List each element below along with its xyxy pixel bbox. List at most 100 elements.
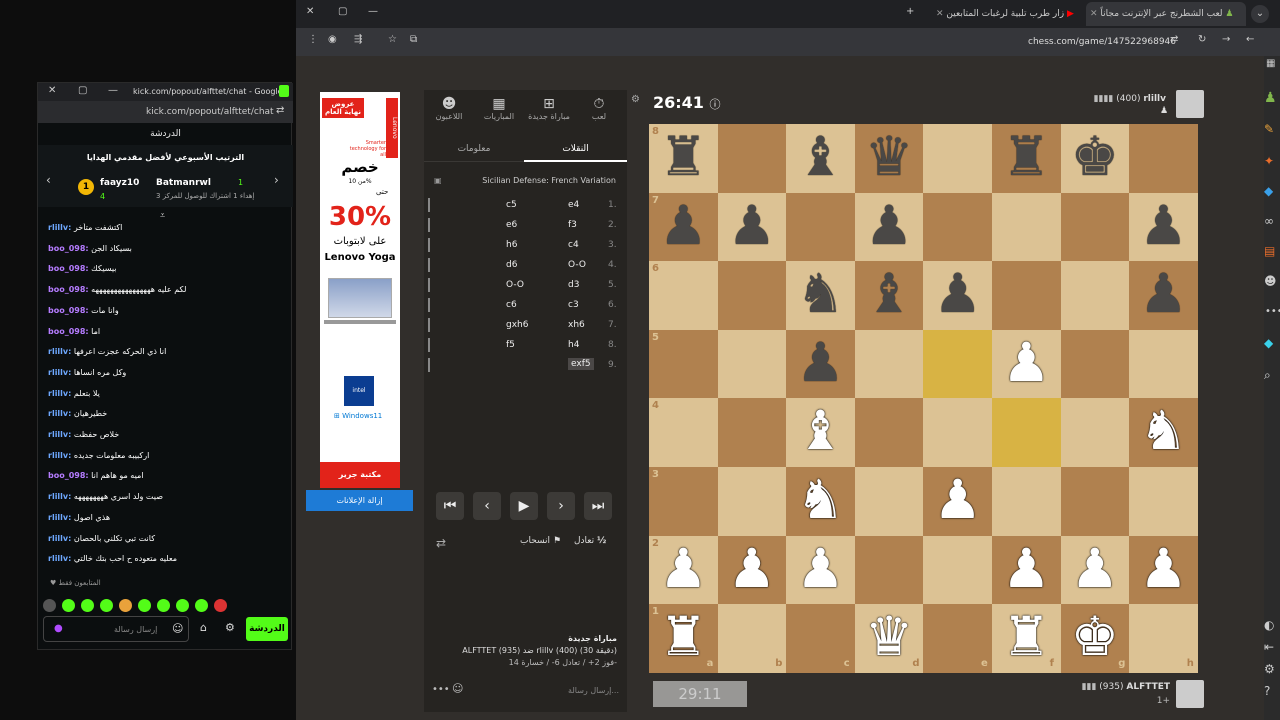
- chevron-down-icon[interactable]: ⌄: [1251, 5, 1269, 23]
- black-rook-piece[interactable]: ♜: [992, 124, 1061, 193]
- board-square[interactable]: [717, 398, 787, 467]
- board-square[interactable]: [1060, 398, 1130, 467]
- board-square[interactable]: [1060, 467, 1130, 536]
- board-square[interactable]: [717, 124, 787, 193]
- search-icon[interactable]: ⌕: [1264, 368, 1271, 383]
- book-icon[interactable]: ▣: [434, 176, 442, 185]
- emoji-icon[interactable]: ☺: [452, 682, 463, 695]
- chat-username[interactable]: rlillv:: [48, 554, 71, 563]
- board-square[interactable]: [1129, 467, 1198, 536]
- chess-board[interactable]: ♜ ♝ ♛ ♜ ♚ ♟ ♟ ♟ ♟ ♞ ♝ ♟ ♟ ♟ ♟ ♝ ♞ ♞ ♟ ♟ ♟ ♟ ♟ ♟ ♟ ♜ ♛ ♜ ♚ 8 7 6 5 4 3 2 1 a b c…: [649, 124, 1198, 673]
- board-square[interactable]: [649, 261, 718, 330]
- tab-players[interactable]: ☻ اللاعبون: [424, 96, 474, 121]
- board-square[interactable]: [649, 329, 718, 399]
- chat-username[interactable]: boo_098:: [48, 306, 89, 315]
- board-square[interactable]: [992, 261, 1061, 330]
- theme-icon[interactable]: ◐: [1264, 618, 1274, 632]
- board-square[interactable]: [854, 398, 924, 467]
- tab-new-game[interactable]: ⊞ مباراة جديدة: [524, 96, 574, 121]
- learn-icon[interactable]: ✦: [1264, 154, 1274, 168]
- white-move[interactable]: h4: [568, 340, 579, 350]
- board-square[interactable]: [1129, 124, 1198, 193]
- chat-username[interactable]: boo_098:: [48, 285, 89, 294]
- white-pawn-piece[interactable]: ♟: [992, 330, 1061, 399]
- board-square[interactable]: [992, 398, 1061, 467]
- remove-ads-button[interactable]: إزالة الإعلانات: [306, 490, 413, 511]
- emote-icon[interactable]: [138, 599, 151, 612]
- gear-icon[interactable]: ⚙: [631, 94, 640, 105]
- draw-button[interactable]: تعادل ½: [574, 536, 606, 546]
- white-pawn-piece[interactable]: ♟: [1129, 536, 1198, 605]
- forward-icon[interactable]: →: [1222, 34, 1230, 45]
- reload-icon[interactable]: ↻: [1198, 34, 1206, 45]
- next-move-button[interactable]: ›: [547, 492, 575, 520]
- chat-username[interactable]: boo_098:: [48, 244, 89, 253]
- black-knight-piece[interactable]: ♞: [786, 261, 855, 330]
- extensions-icon[interactable]: ⇶: [354, 34, 362, 45]
- board-square[interactable]: [992, 192, 1061, 262]
- emote-icon[interactable]: [195, 599, 208, 612]
- top-player[interactable]: ▮▮▮▮ (400) rlillv: [1076, 94, 1166, 104]
- chat-url-bar[interactable]: kick.com/popout/alfttet/chat ⇄: [38, 101, 293, 123]
- previous-move-button[interactable]: ‹: [473, 492, 501, 520]
- chat-username[interactable]: rlillv:: [48, 534, 71, 543]
- white-bishop-piece[interactable]: ♝: [786, 398, 855, 467]
- maximize-icon[interactable]: ▢: [338, 6, 347, 17]
- tab-info[interactable]: معلومات: [424, 136, 524, 162]
- black-pawn-piece[interactable]: ♟: [786, 330, 855, 399]
- white-move[interactable]: c3: [568, 300, 579, 310]
- bookmark-star-icon[interactable]: ☆: [388, 34, 397, 45]
- emote-icon[interactable]: [157, 599, 170, 612]
- black-king-piece[interactable]: ♚: [1061, 124, 1130, 193]
- white-move[interactable]: d3: [568, 280, 579, 290]
- white-pawn-piece[interactable]: ♟: [1061, 536, 1130, 605]
- url-field[interactable]: chess.com/game/147522968946: [996, 34, 1176, 50]
- board-square[interactable]: [923, 192, 992, 262]
- flip-board-icon[interactable]: ⇄: [436, 536, 446, 550]
- avatar[interactable]: [1176, 90, 1204, 118]
- chat-username[interactable]: boo_098:: [48, 471, 89, 480]
- board-square[interactable]: [786, 192, 855, 262]
- white-move[interactable]: exf5: [568, 358, 594, 370]
- chat-username[interactable]: rlillv:: [48, 451, 71, 460]
- board-square[interactable]: [1060, 192, 1130, 262]
- chess-pawn-icon[interactable]: ♟: [1264, 90, 1277, 106]
- scroll-down-icon[interactable]: ⩡: [160, 211, 165, 221]
- white-move[interactable]: c4: [568, 240, 579, 250]
- white-pawn-piece[interactable]: ♟: [992, 536, 1061, 605]
- more-icon[interactable]: •••: [432, 684, 450, 695]
- tab-play[interactable]: ⏱ لعب: [574, 96, 624, 121]
- black-move[interactable]: c5: [506, 200, 517, 210]
- white-pawn-piece[interactable]: ♟: [718, 536, 787, 605]
- emote-icon[interactable]: [62, 599, 75, 612]
- close-icon[interactable]: ✕: [306, 6, 314, 17]
- black-bishop-piece[interactable]: ♝: [786, 124, 855, 193]
- send-chat-button[interactable]: الدردشة: [246, 617, 288, 641]
- avatar[interactable]: [1176, 680, 1204, 708]
- play-button[interactable]: ▶: [510, 492, 538, 520]
- board-square[interactable]: [1060, 261, 1130, 330]
- tab-games[interactable]: ▦ المباريات: [474, 96, 524, 121]
- friends-icon[interactable]: ☻: [1264, 274, 1277, 288]
- black-pawn-piece[interactable]: ♟: [649, 193, 718, 262]
- avatar[interactable]: [43, 599, 56, 612]
- diamond-icon[interactable]: ◆: [1264, 336, 1273, 350]
- black-move[interactable]: e6: [506, 220, 517, 230]
- chat-username[interactable]: rlillv:: [48, 347, 71, 356]
- black-move[interactable]: O-O: [506, 280, 524, 290]
- board-square[interactable]: [1129, 329, 1198, 399]
- more-icon[interactable]: •••: [1265, 306, 1280, 317]
- news-icon[interactable]: ▤: [1264, 244, 1275, 258]
- white-pawn-piece[interactable]: ♟: [649, 536, 718, 605]
- board-square[interactable]: [717, 467, 787, 536]
- chat-username[interactable]: rlillv:: [48, 368, 71, 377]
- close-icon[interactable]: ✕: [48, 85, 56, 96]
- board-square[interactable]: [854, 329, 924, 399]
- cap-icon[interactable]: ◆: [1264, 184, 1273, 198]
- black-bishop-piece[interactable]: ♝: [855, 261, 924, 330]
- board-square[interactable]: [649, 398, 718, 467]
- board-square[interactable]: [1060, 329, 1130, 399]
- black-pawn-piece[interactable]: ♟: [718, 193, 787, 262]
- board-square[interactable]: [854, 467, 924, 536]
- white-move[interactable]: e4: [568, 200, 579, 210]
